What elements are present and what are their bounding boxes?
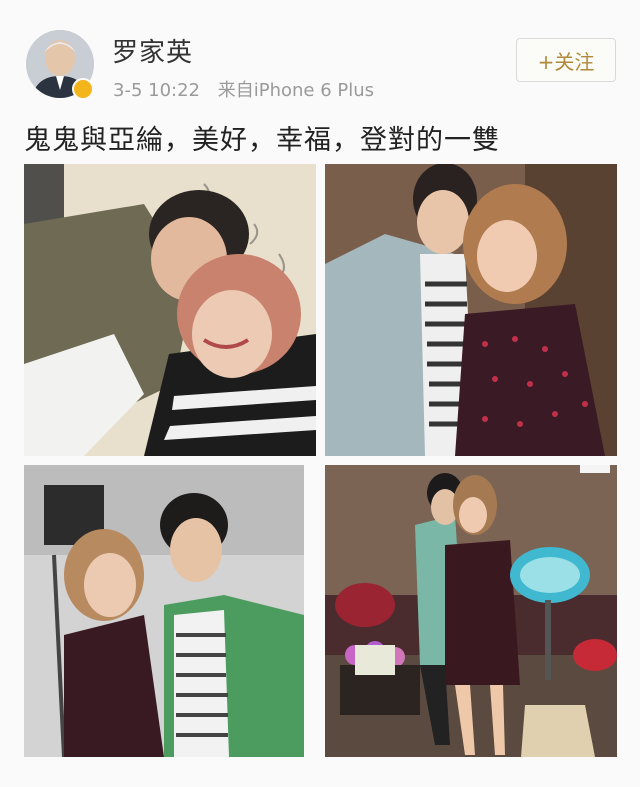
post-photo-1[interactable]	[24, 164, 316, 456]
follow-button[interactable]: +关注	[516, 38, 616, 82]
post-text: 鬼鬼與亞綸，美好，幸福，登對的一雙	[24, 125, 500, 156]
verified-badge-icon	[72, 78, 94, 100]
post-username[interactable]: 罗家英	[112, 32, 193, 69]
weibo-post-card: 罗家英 3-5 10:22 来自iPhone 6 Plus +关注 鬼鬼與亞綸，…	[0, 0, 640, 787]
post-source[interactable]: 来自iPhone 6 Plus	[218, 80, 374, 101]
post-photo-2[interactable]	[325, 164, 617, 456]
post-photo-3[interactable]	[24, 465, 304, 757]
post-timestamp: 3-5 10:22	[113, 80, 200, 101]
post-photo-4[interactable]	[325, 465, 617, 757]
post-meta: 3-5 10:22 来自iPhone 6 Plus	[113, 76, 374, 102]
